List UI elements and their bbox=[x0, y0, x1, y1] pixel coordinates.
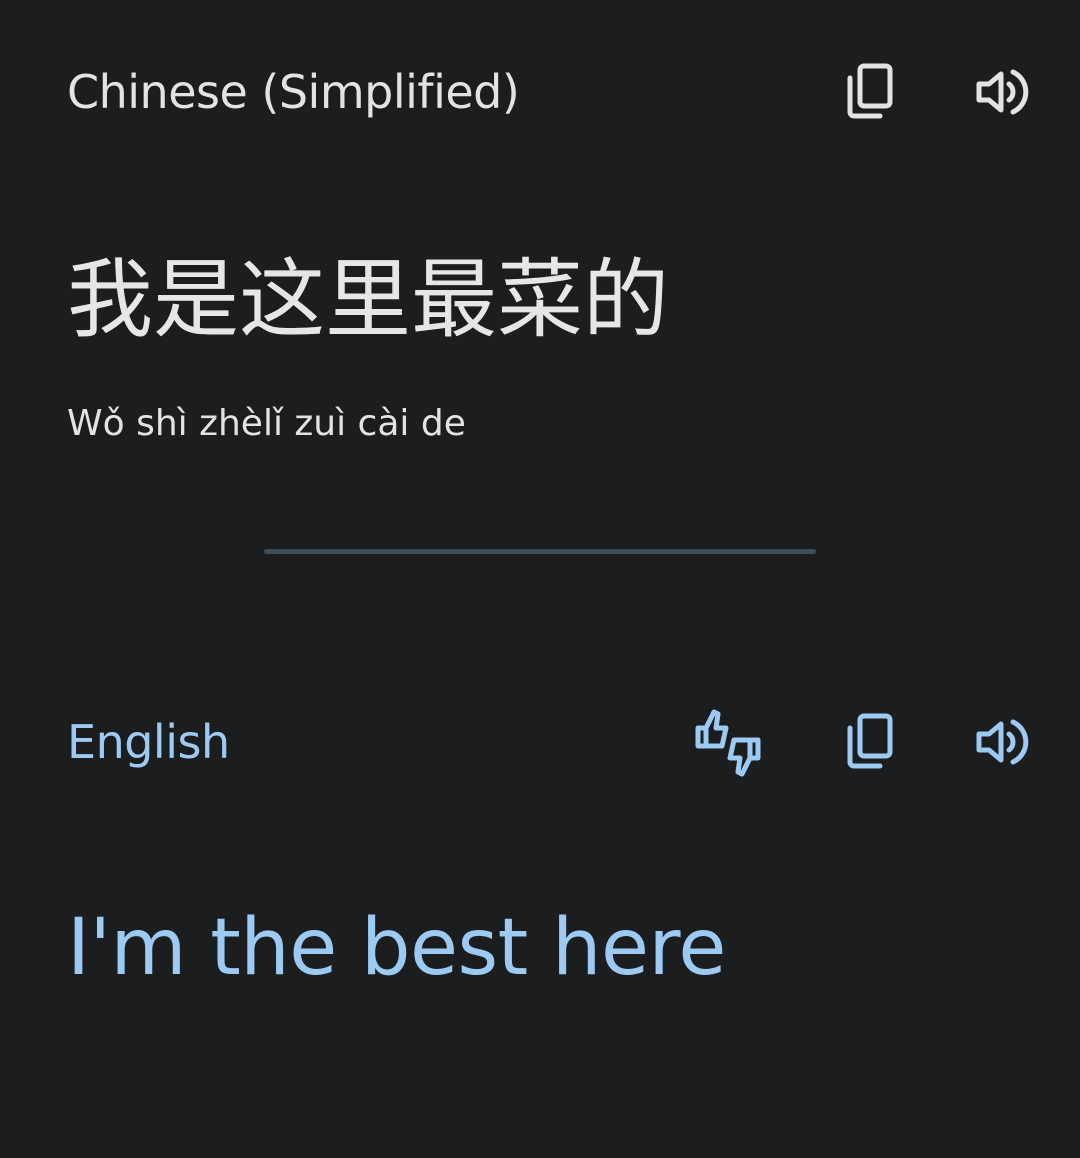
feedback-icon bbox=[695, 709, 761, 777]
source-listen-button[interactable] bbox=[965, 56, 1037, 128]
speaker-icon bbox=[976, 69, 1029, 115]
rate-translation-button[interactable] bbox=[692, 706, 764, 778]
target-header: English bbox=[67, 709, 1037, 777]
copy-icon bbox=[847, 713, 893, 769]
romanization-text: Wǒ shì zhèlǐ zuì cài de bbox=[67, 403, 466, 444]
source-language-label: Chinese (Simplified) bbox=[67, 65, 520, 119]
copy-icon bbox=[847, 63, 893, 119]
source-copy-button[interactable] bbox=[834, 56, 906, 128]
source-text[interactable]: 我是这里最菜的 bbox=[67, 248, 669, 352]
source-header: Chinese (Simplified) bbox=[67, 60, 1037, 124]
section-divider bbox=[264, 549, 816, 554]
target-listen-button[interactable] bbox=[965, 706, 1037, 778]
translation-text[interactable]: I'm the best here bbox=[67, 896, 726, 1000]
speaker-icon bbox=[976, 719, 1029, 765]
target-language-label: English bbox=[67, 715, 230, 769]
target-copy-button[interactable] bbox=[834, 706, 906, 778]
